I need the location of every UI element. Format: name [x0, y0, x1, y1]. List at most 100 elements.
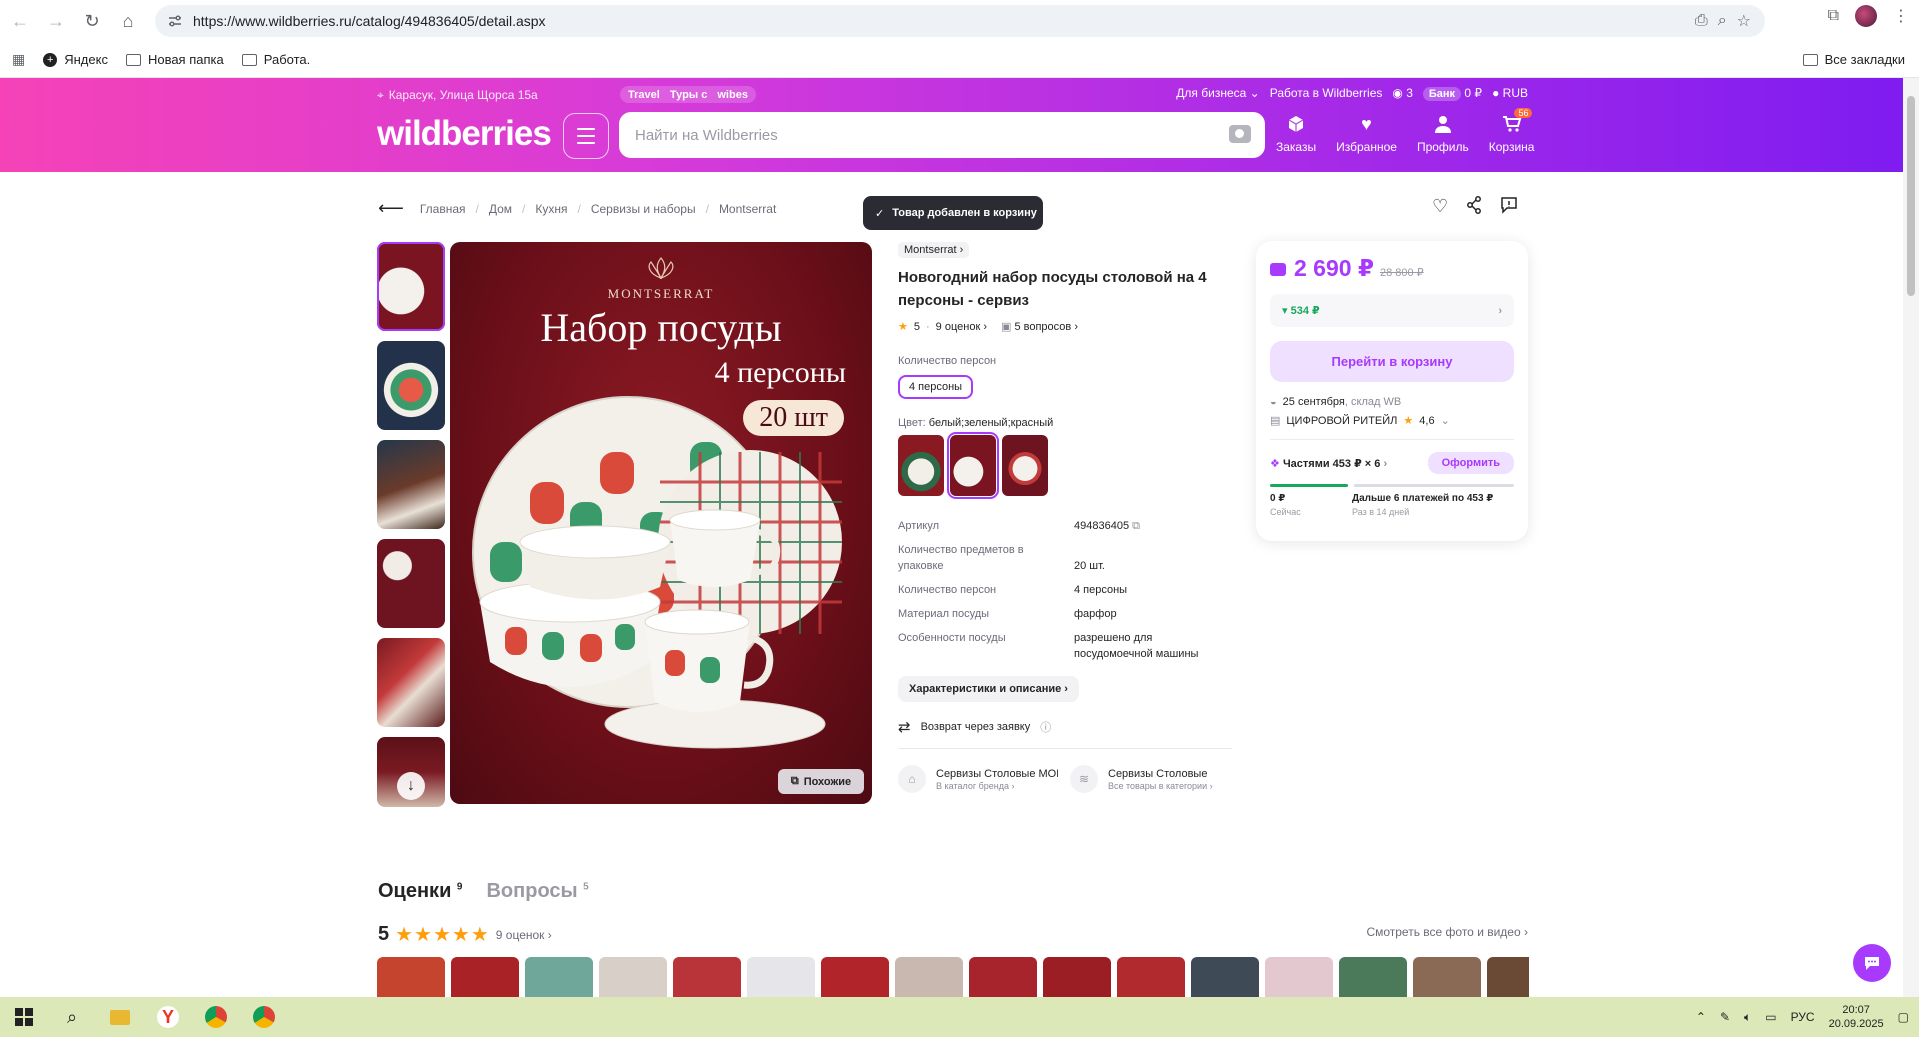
- windows-start-icon[interactable]: [0, 997, 48, 1037]
- url-text[interactable]: https://www.wildberries.ru/catalog/49483…: [193, 13, 546, 29]
- reload-icon[interactable]: ↻: [74, 3, 110, 39]
- review-photo[interactable]: [451, 957, 519, 997]
- review-photo[interactable]: [747, 957, 815, 997]
- orders-button[interactable]: Заказы: [1276, 114, 1316, 154]
- reviews-count-link[interactable]: 9 оценок ›: [496, 928, 552, 942]
- site-logo[interactable]: wildberries: [377, 114, 552, 154]
- review-photo[interactable]: [599, 957, 667, 997]
- catalog-menu-button[interactable]: [563, 113, 609, 159]
- language-indicator[interactable]: РУС: [1791, 1010, 1815, 1024]
- network-icon[interactable]: ▭: [1765, 1010, 1776, 1024]
- jobs-link[interactable]: Работа в Wildberries: [1270, 86, 1383, 100]
- chrome-icon[interactable]: [192, 997, 240, 1037]
- go-to-cart-button[interactable]: Перейти в корзину: [1270, 341, 1514, 382]
- review-photo[interactable]: [525, 957, 593, 997]
- review-photo[interactable]: [895, 957, 963, 997]
- review-photo[interactable]: [1487, 957, 1529, 997]
- thumbnail-4[interactable]: [377, 539, 445, 628]
- address-bar[interactable]: https://www.wildberries.ru/catalog/49483…: [155, 5, 1765, 37]
- bookmark-new-folder[interactable]: Новая папка: [125, 52, 224, 67]
- favorites-button[interactable]: ♥ Избранное: [1336, 114, 1397, 155]
- see-all-media-link[interactable]: Смотреть все фото и видео ›: [1366, 925, 1528, 939]
- favorite-heart-icon[interactable]: ♡: [1432, 196, 1448, 219]
- questions-link[interactable]: ▣ 5 вопросов ›: [1001, 320, 1078, 333]
- color-option-1[interactable]: [898, 435, 944, 496]
- for-business-link[interactable]: Для бизнеса ⌄: [1176, 86, 1259, 100]
- site-settings-icon[interactable]: [167, 13, 183, 29]
- tab-questions[interactable]: Вопросы 5: [486, 880, 588, 903]
- review-photo[interactable]: [1413, 957, 1481, 997]
- volume-icon[interactable]: 🔈︎: [1744, 1010, 1751, 1025]
- zoom-icon[interactable]: ⌕: [1718, 12, 1727, 30]
- currency-selector[interactable]: ● RUB: [1492, 86, 1528, 100]
- review-photo[interactable]: [377, 957, 445, 997]
- camera-search-icon[interactable]: [1229, 125, 1251, 143]
- search-input[interactable]: Найти на Wildberries: [619, 112, 1265, 158]
- profile-button[interactable]: Профиль: [1417, 114, 1469, 154]
- breadcrumb-item[interactable]: Montserrat: [719, 202, 776, 216]
- seller-info[interactable]: ▤ ЦИФРОВОЙ РИТЕЙЛ ★ 4,6 ⌄: [1270, 414, 1514, 428]
- file-explorer-icon[interactable]: [96, 997, 144, 1037]
- promo-wibes[interactable]: wibes: [717, 89, 748, 101]
- breadcrumb-item[interactable]: Кухня: [535, 202, 567, 216]
- breadcrumb-item[interactable]: Сервизы и наборы: [591, 202, 696, 216]
- thumbnail-2[interactable]: [377, 341, 445, 430]
- profile-avatar[interactable]: [1855, 5, 1877, 27]
- back-icon[interactable]: ←: [2, 3, 38, 39]
- review-photo[interactable]: [1265, 957, 1333, 997]
- promo-tours[interactable]: Туры с: [670, 89, 708, 101]
- description-button[interactable]: Характеристики и описание ›: [898, 676, 1079, 702]
- promo-travel[interactable]: Travel: [628, 89, 660, 101]
- clock[interactable]: 20:07 20.09.2025: [1829, 1003, 1884, 1031]
- installments-link[interactable]: ❖ Частями 453 ₽ × 6 ›: [1270, 457, 1387, 470]
- review-photo[interactable]: [1191, 957, 1259, 997]
- installments-button[interactable]: Оформить: [1427, 452, 1514, 474]
- review-photo[interactable]: [673, 957, 741, 997]
- all-bookmarks[interactable]: Все закладки: [1802, 52, 1905, 67]
- back-arrow-icon[interactable]: ⟵: [378, 198, 404, 219]
- search-icon[interactable]: ⌕: [48, 997, 96, 1037]
- support-chat-button[interactable]: [1853, 944, 1891, 982]
- breadcrumb-item[interactable]: Главная: [420, 202, 466, 216]
- thumbnail-3[interactable]: [377, 440, 445, 529]
- wb-wallet-discount[interactable]: ▾ 534 ₽ ›: [1270, 294, 1514, 327]
- install-app-icon[interactable]: ⎙: [1695, 12, 1708, 30]
- notifications-icon[interactable]: ▢: [1898, 1010, 1909, 1024]
- bank-balance[interactable]: Банк 0 ₽: [1422, 86, 1482, 101]
- persons-option[interactable]: 4 персоны: [898, 375, 974, 399]
- brand-catalog-link[interactable]: ⌂ Сервизы Столовые MONTSERRAT В каталог …: [898, 765, 1058, 793]
- color-option-3[interactable]: [1002, 435, 1048, 496]
- review-photo[interactable]: [1339, 957, 1407, 997]
- bookmark-work[interactable]: Работа.: [241, 52, 310, 67]
- review-photo[interactable]: [1043, 957, 1111, 997]
- cart-button[interactable]: 56 Корзина: [1489, 108, 1534, 154]
- chrome-menu-icon[interactable]: ⋮: [1893, 6, 1909, 26]
- points-badge[interactable]: ◉ 3: [1392, 86, 1413, 100]
- yandex-browser-icon[interactable]: Y: [144, 997, 192, 1037]
- page-scrollbar[interactable]: [1903, 78, 1919, 997]
- category-catalog-link[interactable]: ≋ Сервизы Столовые Все товары в категори…: [1070, 765, 1230, 793]
- review-photo[interactable]: [1117, 957, 1185, 997]
- arrow-down-icon[interactable]: ↓: [397, 772, 425, 800]
- home-icon[interactable]: ⌂: [110, 3, 146, 39]
- product-main-image[interactable]: MONTSERRAT Набор посуды 4 персоны 20 шт …: [450, 242, 872, 804]
- pen-icon[interactable]: ✎: [1720, 1010, 1730, 1024]
- apps-grid-icon[interactable]: ▦: [12, 51, 25, 68]
- tab-reviews[interactable]: Оценки 9: [378, 880, 462, 903]
- bookmark-yandex[interactable]: + Яндекс: [43, 52, 108, 67]
- review-photo[interactable]: [969, 957, 1037, 997]
- share-icon[interactable]: [1466, 196, 1482, 219]
- reviews-link[interactable]: 9 оценок ›: [936, 321, 987, 333]
- color-option-2[interactable]: [947, 432, 999, 499]
- breadcrumb-item[interactable]: Дом: [489, 202, 512, 216]
- thumbnail-1[interactable]: [377, 242, 445, 331]
- delivery-location[interactable]: ⌖ Карасук, Улица Щорса 15а: [377, 88, 538, 103]
- extensions-icon[interactable]: ⧉: [1828, 7, 1839, 25]
- bookmark-star-icon[interactable]: ☆: [1737, 11, 1751, 31]
- info-icon[interactable]: ⓘ: [1040, 719, 1051, 735]
- chrome-profile-icon[interactable]: [240, 997, 288, 1037]
- chevron-up-icon[interactable]: ⌃: [1696, 1010, 1706, 1024]
- review-photo[interactable]: [821, 957, 889, 997]
- brand-link[interactable]: Montserrat ›: [898, 242, 970, 258]
- copy-icon[interactable]: ⧉: [1132, 520, 1140, 532]
